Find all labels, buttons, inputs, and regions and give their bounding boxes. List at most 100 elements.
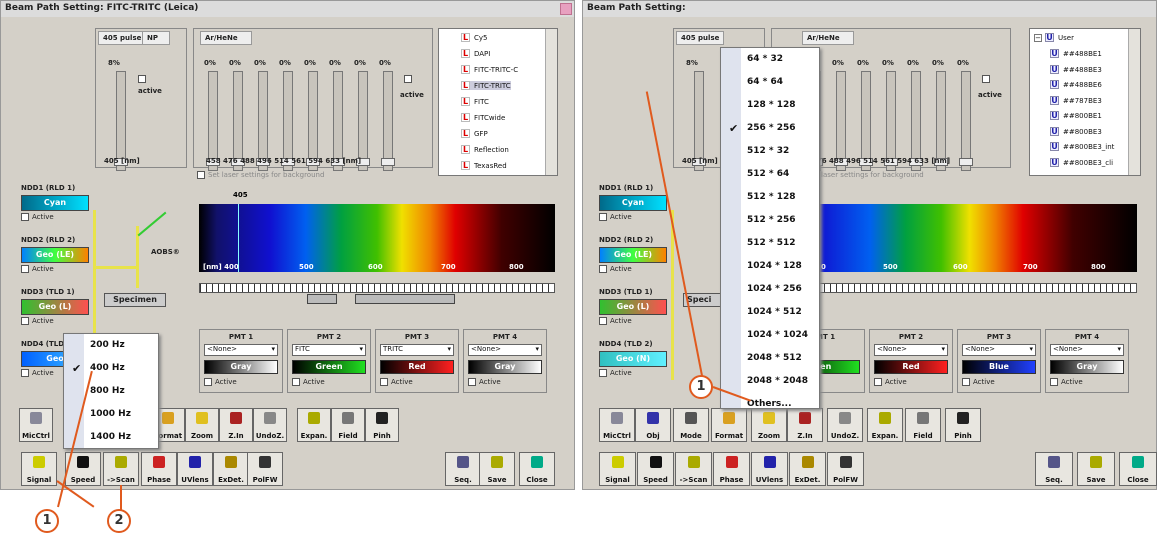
toolbar-button-field[interactable]: Field bbox=[331, 408, 365, 442]
pmt-color-button[interactable]: Green bbox=[292, 360, 366, 374]
vis-slider[interactable] bbox=[206, 71, 220, 171]
np-button[interactable]: NP bbox=[142, 31, 170, 45]
detector-button[interactable]: Geo (LE) bbox=[599, 247, 667, 263]
pmt-color-button[interactable]: Red bbox=[874, 360, 948, 374]
menu-item[interactable]: ✔ 400 Hz bbox=[64, 357, 158, 380]
detector-active-checkbox[interactable]: Active bbox=[21, 317, 54, 325]
pmt-active-checkbox[interactable]: Active bbox=[468, 378, 501, 386]
toolbar-button-uvlens[interactable]: UVlens bbox=[751, 452, 788, 486]
menu-item[interactable]: 1024 * 1024 bbox=[721, 324, 819, 347]
pmt-color-button[interactable]: Gray bbox=[468, 360, 542, 374]
toolbar-button-save[interactable]: Save bbox=[479, 452, 515, 486]
uv-tab[interactable]: 405 pulse bbox=[98, 31, 147, 45]
pmt-active-checkbox[interactable]: Active bbox=[1050, 378, 1083, 386]
vis-slider[interactable] bbox=[934, 71, 948, 171]
toolbar-button-expan[interactable]: Expan. bbox=[297, 408, 331, 442]
uv-slider[interactable] bbox=[692, 71, 706, 171]
settings-list-item[interactable]: L FITC-TRITC-C bbox=[461, 65, 518, 74]
pmt-active-checkbox[interactable]: Active bbox=[962, 378, 995, 386]
vis-slider[interactable] bbox=[256, 71, 270, 171]
vis-slider[interactable] bbox=[231, 71, 245, 171]
toolbar-button-exdet[interactable]: ExDet. bbox=[789, 452, 826, 486]
detector-active-checkbox[interactable]: Active bbox=[599, 317, 632, 325]
toolbar-button-mode[interactable]: Mode bbox=[673, 408, 709, 442]
toolbar-button-obj[interactable]: Obj bbox=[635, 408, 671, 442]
menu-item[interactable]: 512 * 64 bbox=[721, 163, 819, 186]
uv-active-checkbox[interactable] bbox=[138, 75, 149, 83]
toolbar-button-expan[interactable]: Expan. bbox=[867, 408, 903, 442]
settings-list[interactable]: L Cy5 L DAPI L FITC-TRITC-C L FITC-TRITC L FITC L F… bbox=[438, 28, 558, 176]
vis-slider[interactable] bbox=[859, 71, 873, 171]
menu-item[interactable]: 512 * 32 bbox=[721, 140, 819, 163]
toolbar-button-field[interactable]: Field bbox=[905, 408, 941, 442]
toolbar-button-close[interactable]: Close bbox=[519, 452, 555, 486]
toolbar-button-undoz[interactable]: UndoZ. bbox=[253, 408, 287, 442]
pmt-dye-select[interactable]: <None> bbox=[1050, 344, 1124, 356]
toolbar-button-zin[interactable]: Z.In bbox=[219, 408, 253, 442]
menu-item[interactable]: 1024 * 256 bbox=[721, 278, 819, 301]
toolbar-button-save[interactable]: Save bbox=[1077, 452, 1115, 486]
arhene-tab[interactable]: Ar/HeNe bbox=[802, 31, 854, 45]
spectrum-display[interactable] bbox=[781, 204, 1137, 272]
vis-slider[interactable] bbox=[306, 71, 320, 171]
vis-slider[interactable] bbox=[381, 71, 395, 171]
detector-active-checkbox[interactable]: Active bbox=[599, 265, 632, 273]
toolbar-button-scan[interactable]: ->Scan bbox=[103, 452, 139, 486]
menu-item[interactable]: 512 * 128 bbox=[721, 186, 819, 209]
menu-item[interactable]: 1024 * 128 bbox=[721, 255, 819, 278]
close-icon[interactable] bbox=[560, 3, 572, 15]
menu-item[interactable]: 2048 * 512 bbox=[721, 347, 819, 370]
pmt-dye-select[interactable]: TRITC bbox=[380, 344, 454, 356]
pmt-active-checkbox[interactable]: Active bbox=[380, 378, 413, 386]
vis-slider[interactable] bbox=[834, 71, 848, 171]
vis-slider[interactable] bbox=[356, 71, 370, 171]
settings-list-item[interactable]: L DAPI bbox=[461, 49, 490, 58]
pmt-dye-select[interactable]: <None> bbox=[468, 344, 542, 356]
tree-item[interactable]: U ##800BE3_cli bbox=[1050, 157, 1113, 167]
wavelength-ruler[interactable] bbox=[781, 283, 1137, 293]
toolbar-button-signal[interactable]: Signal bbox=[599, 452, 636, 486]
settings-list-item[interactable]: L TexasRed bbox=[461, 161, 507, 170]
toolbar-button-zoom[interactable]: Zoom bbox=[185, 408, 219, 442]
toolbar-button-exdet[interactable]: ExDet. bbox=[213, 452, 249, 486]
tree-item[interactable]: U ##800BE3_int bbox=[1050, 142, 1114, 151]
format-menu[interactable]: 64 * 32 64 * 64 128 * 128 ✔ 256 * 256 512 * 3… bbox=[720, 47, 820, 409]
tree-root[interactable]: − U User bbox=[1034, 33, 1074, 42]
toolbar-button-polfw[interactable]: PolFW bbox=[827, 452, 864, 486]
settings-list-item[interactable]: L FITCwide bbox=[461, 113, 505, 122]
wavelength-ruler[interactable] bbox=[199, 283, 555, 293]
tree-item[interactable]: U ##800BE1 bbox=[1050, 111, 1102, 120]
toolbar-button-undoz[interactable]: UndoZ. bbox=[827, 408, 863, 442]
pmt-color-button[interactable]: Red bbox=[380, 360, 454, 374]
bg-checkbox[interactable]: Set laser settings for background bbox=[197, 171, 324, 179]
arhene-tab[interactable]: Ar/HeNe bbox=[200, 31, 252, 45]
pmt-active-checkbox[interactable]: Active bbox=[204, 378, 237, 386]
menu-item[interactable]: 128 * 128 bbox=[721, 94, 819, 117]
detector-active-checkbox[interactable]: Active bbox=[21, 265, 54, 273]
pmt-active-checkbox[interactable]: Active bbox=[292, 378, 325, 386]
vis-slider[interactable] bbox=[884, 71, 898, 171]
pmt-color-button[interactable]: Gray bbox=[1050, 360, 1124, 374]
toolbar-button-scan[interactable]: ->Scan bbox=[675, 452, 712, 486]
detector-button[interactable]: Geo (L) bbox=[21, 299, 89, 315]
menu-item[interactable]: 800 Hz bbox=[64, 380, 158, 403]
menu-item[interactable]: 1024 * 512 bbox=[721, 301, 819, 324]
menu-item[interactable]: 512 * 256 bbox=[721, 209, 819, 232]
toolbar-button-signal[interactable]: Signal bbox=[21, 452, 57, 486]
settings-list-item[interactable]: L FITC bbox=[461, 97, 489, 106]
tree-item[interactable]: U ##800BE3 bbox=[1050, 126, 1102, 136]
spectrum-display[interactable] bbox=[199, 204, 555, 272]
detector-active-checkbox[interactable]: Active bbox=[599, 213, 632, 221]
menu-item[interactable]: ✔ 256 * 256 bbox=[721, 117, 819, 140]
scrollbar[interactable] bbox=[1128, 29, 1140, 175]
menu-item[interactable]: 64 * 64 bbox=[721, 71, 819, 94]
pmt-active-checkbox[interactable]: Active bbox=[874, 378, 907, 386]
vis-slider[interactable] bbox=[281, 71, 295, 171]
toolbar-button-pinh[interactable]: Pinh bbox=[945, 408, 981, 442]
toolbar-button-seq[interactable]: Seq. bbox=[445, 452, 481, 486]
toolbar-button-phase[interactable]: Phase bbox=[141, 452, 177, 486]
settings-list-item[interactable]: L GFP bbox=[461, 129, 488, 138]
toolbar-button-polfw[interactable]: PolFW bbox=[247, 452, 283, 486]
pmt-dye-select[interactable]: <None> bbox=[204, 344, 278, 356]
vis-active-checkbox[interactable] bbox=[404, 75, 415, 83]
